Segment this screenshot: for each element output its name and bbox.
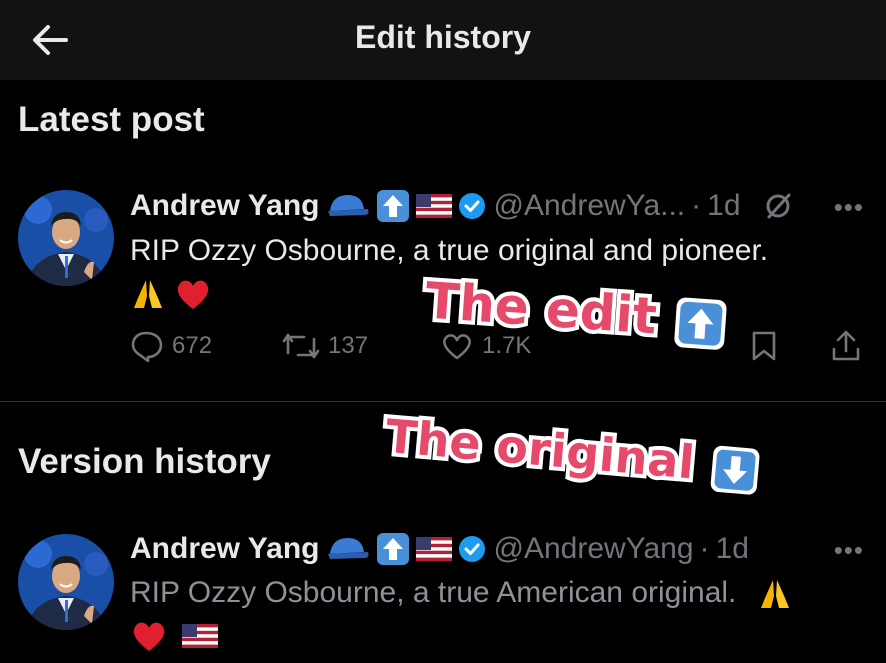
share-icon [832, 330, 860, 361]
section-latest-post: Latest post [18, 100, 205, 139]
display-name[interactable]: Andrew Yang [130, 532, 320, 566]
reply-icon [131, 331, 163, 362]
us-flag-icon [415, 194, 452, 218]
up-arrow-emoji-icon [674, 297, 727, 350]
top-bar: Edit history [0, 0, 886, 80]
post-header: Andrew Yang @AndrewYa... · 1d [130, 186, 793, 226]
down-arrow-emoji-icon [710, 445, 760, 495]
edited-pencil-icon [766, 193, 791, 219]
avatar[interactable] [18, 190, 114, 286]
heart-icon [443, 334, 471, 360]
sticker-the-original: The original [379, 405, 762, 497]
separator-dot: · [691, 189, 702, 222]
repost-count: 137 [328, 332, 369, 359]
post-body: RIP Ozzy Osbourne, a true original and p… [130, 234, 769, 267]
verified-badge-icon [458, 536, 485, 562]
up-arrow-emoji-icon [376, 533, 409, 565]
red-heart-icon [178, 280, 209, 310]
share-button[interactable] [830, 328, 870, 364]
reply-count: 672 [172, 332, 213, 359]
us-flag-icon [415, 537, 452, 561]
more-options-icon[interactable]: ••• [834, 535, 864, 566]
sticker-the-original-text: The original [379, 405, 700, 494]
user-handle[interactable]: @AndrewYa... [494, 189, 686, 223]
post-time[interactable]: 1d [716, 532, 749, 566]
blue-cap-icon [327, 195, 368, 216]
reply-button[interactable]: 672 [130, 328, 212, 364]
praying-hands-icon [760, 580, 789, 609]
section-divider [0, 401, 886, 402]
praying-hands-icon [134, 280, 162, 309]
user-handle[interactable]: @AndrewYang [494, 532, 694, 566]
separator-dot: · [699, 532, 710, 565]
avatar[interactable] [18, 534, 114, 630]
red-heart-icon [133, 622, 165, 652]
repost-button[interactable]: 137 [282, 328, 368, 364]
page-title: Edit history [354, 19, 531, 55]
post-body: RIP Ozzy Osbourne, a true American origi… [130, 576, 737, 609]
post-header: Andrew Yang @AndrewYang · 1d [130, 529, 749, 569]
repost-icon [282, 333, 320, 359]
up-arrow-emoji-icon [376, 190, 409, 222]
post-text: RIP Ozzy Osbourne, a true American origi… [130, 572, 850, 656]
more-options-icon[interactable]: ••• [834, 192, 864, 223]
display-name[interactable]: Andrew Yang [130, 189, 320, 223]
post-time[interactable]: 1d [707, 189, 740, 223]
section-version-history: Version history [18, 442, 271, 481]
blue-cap-icon [327, 538, 368, 559]
bookmark-button[interactable] [750, 328, 786, 364]
verified-badge-icon [458, 193, 485, 219]
us-flag-icon [182, 624, 219, 649]
bookmark-icon [752, 331, 776, 361]
